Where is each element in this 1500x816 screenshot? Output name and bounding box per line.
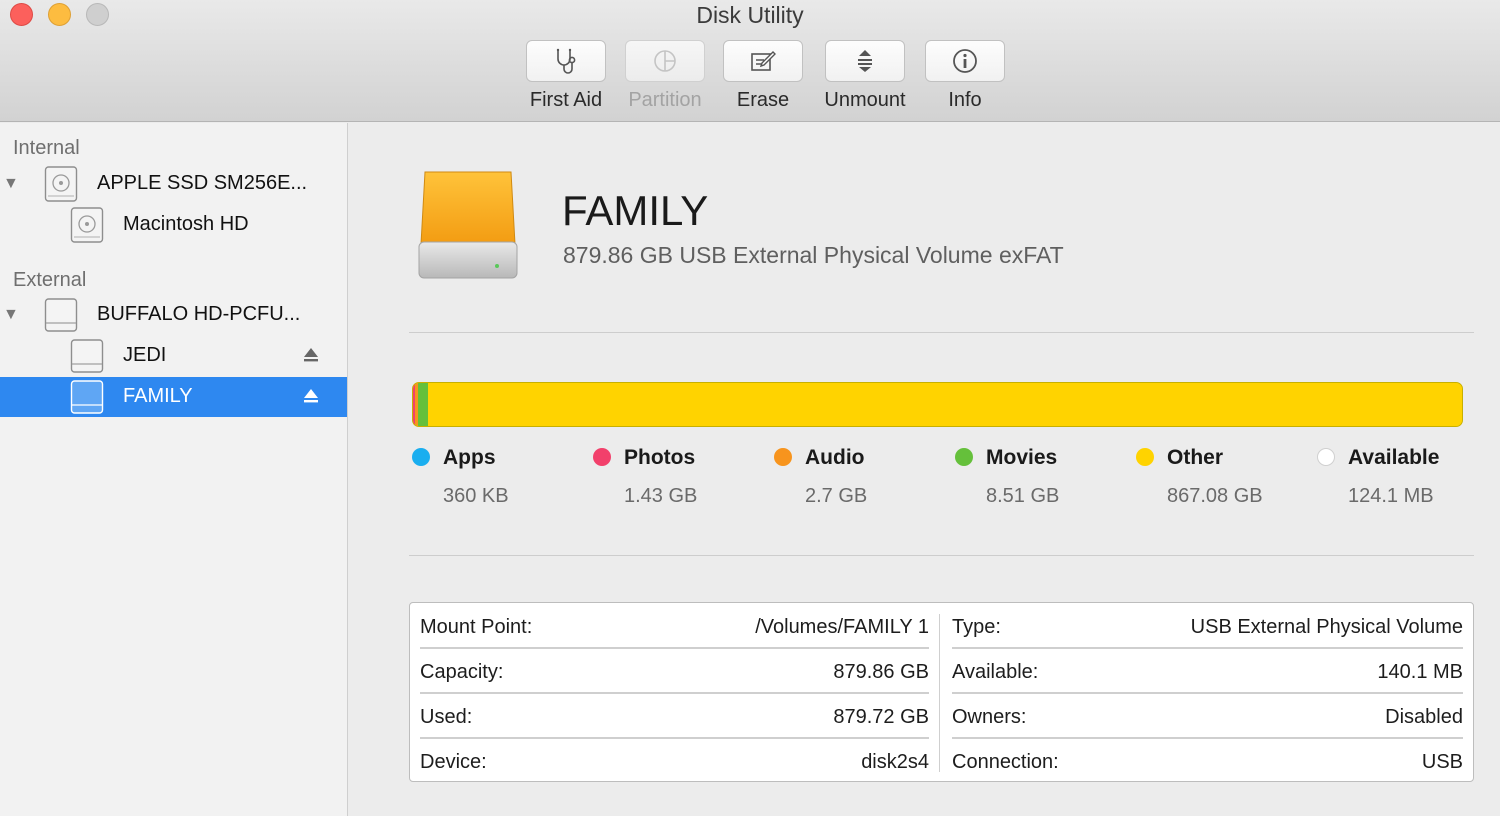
info-value: /Volumes/FAMILY 1	[755, 616, 929, 638]
legend-dot	[955, 448, 973, 466]
info-row-type: Type: USB External Physical Volume	[942, 604, 1473, 649]
first-aid-button[interactable]: First Aid	[511, 40, 621, 112]
info-value: USB	[1421, 751, 1463, 773]
info-key: Type:	[952, 616, 1001, 638]
volume-name: FAMILY	[562, 187, 709, 234]
legend-size: 867.08 GB	[1167, 485, 1263, 507]
info-key: Available:	[952, 661, 1039, 683]
stethoscope-icon	[556, 48, 576, 74]
unmount-button-frame[interactable]	[825, 40, 905, 82]
info-button[interactable]: Info	[910, 40, 1020, 112]
info-value: USB External Physical Volume	[1190, 616, 1463, 638]
info-value: disk2s4	[861, 751, 929, 773]
partition-pie-icon	[654, 50, 676, 72]
info-key: Device:	[420, 751, 487, 773]
info-value: 879.72 GB	[833, 706, 929, 728]
external-volume-icon	[70, 339, 104, 373]
partition-label: Partition	[628, 89, 702, 111]
sidebar-item-label: APPLE SSD SM256E...	[97, 172, 308, 194]
legend-size: 360 KB	[443, 485, 509, 507]
legend-size: 2.7 GB	[805, 485, 868, 507]
info-row-capacity: Capacity: 879.86 GB	[410, 649, 939, 694]
info-key: Connection:	[952, 751, 1059, 773]
volume-detail-pane: FAMILY 879.86 GB USB External Physical V…	[349, 123, 1500, 816]
window-title: Disk Utility	[696, 2, 804, 28]
legend-size: 8.51 GB	[986, 485, 1060, 507]
usage-segment-movies	[417, 383, 429, 426]
info-key: Capacity:	[420, 661, 504, 683]
divider	[409, 332, 1474, 333]
unmount-label: Unmount	[824, 89, 906, 111]
eject-icon[interactable]	[300, 344, 322, 366]
sidebar-item-label: BUFFALO HD-PCFU...	[97, 303, 301, 325]
legend-label: Other	[1167, 446, 1224, 469]
info-value: 879.86 GB	[833, 661, 929, 683]
legend-label: Audio	[805, 446, 865, 469]
info-row-device: Device: disk2s4	[410, 739, 939, 784]
info-row-owners: Owners: Disabled	[942, 694, 1473, 739]
divider	[409, 555, 1474, 556]
info-row-used: Used: 879.72 GB	[410, 694, 939, 739]
legend-label: Apps	[443, 446, 496, 469]
info-value: 140.1 MB	[1377, 661, 1463, 683]
sidebar-item-buffalo[interactable]: ▼ BUFFALO HD-PCFU...	[0, 295, 347, 335]
first-aid-label: First Aid	[529, 89, 603, 111]
eject-icon[interactable]	[300, 385, 322, 407]
external-drive-orange-icon	[418, 171, 518, 279]
info-label: Info	[948, 89, 982, 111]
disclosure-triangle-icon[interactable]: ▼	[3, 175, 21, 193]
external-volume-icon	[70, 380, 104, 414]
internal-disk-icon	[44, 166, 78, 202]
disclosure-triangle-icon[interactable]: ▼	[3, 306, 21, 324]
erase-button-frame[interactable]	[723, 40, 803, 82]
sidebar-item-apple-ssd[interactable]: ▼ APPLE SSD SM256E...	[0, 164, 347, 204]
sidebar-item-jedi[interactable]: JEDI	[0, 336, 347, 376]
info-row-mount-point: Mount Point: /Volumes/FAMILY 1	[410, 604, 939, 649]
usage-segment-other	[428, 383, 1462, 426]
volume-description: 879.86 GB USB External Physical Volume e…	[563, 242, 1064, 268]
legend-dot	[593, 448, 611, 466]
info-row-available: Available: 140.1 MB	[942, 649, 1473, 694]
unmount-icon	[858, 50, 872, 72]
sidebar-section-external: External	[13, 269, 87, 291]
sidebar-item-label: JEDI	[123, 344, 167, 366]
legend-dot	[1317, 448, 1335, 466]
partition-button[interactable]: Partition	[610, 40, 720, 112]
erase-button[interactable]: Erase	[708, 40, 818, 112]
external-disk-icon	[44, 298, 78, 332]
volume-info-table: Mount Point: /Volumes/FAMILY 1 Capacity:…	[409, 602, 1474, 782]
column-separator	[939, 614, 940, 772]
info-key: Owners:	[952, 706, 1027, 728]
legend-label: Available	[1348, 446, 1440, 469]
sidebar-item-macintosh-hd[interactable]: Macintosh HD	[0, 205, 347, 245]
info-value: Disabled	[1385, 706, 1463, 728]
internal-volume-icon	[70, 207, 104, 243]
window-toolbar: Disk Utility First Aid Partition Erase U…	[0, 0, 1500, 122]
unmount-button[interactable]: Unmount	[810, 40, 920, 112]
sidebar-item-family[interactable]: FAMILY	[0, 377, 347, 417]
sidebar-section-internal: Internal	[13, 137, 80, 159]
legend-dot	[1136, 448, 1154, 466]
sidebar-item-label: FAMILY	[123, 385, 193, 407]
info-key: Mount Point:	[420, 616, 533, 638]
legend-size: 1.43 GB	[624, 485, 698, 507]
info-key: Used:	[420, 706, 473, 728]
usage-bar	[412, 382, 1463, 427]
sidebar-item-label: Macintosh HD	[123, 213, 249, 235]
erase-label: Erase	[736, 89, 790, 111]
legend-dot	[412, 448, 430, 466]
sidebar: Internal ▼ APPLE SSD SM256E... Macintosh…	[0, 123, 348, 816]
legend-dot	[774, 448, 792, 466]
info-icon	[953, 49, 977, 73]
erase-pencil-icon	[751, 51, 776, 71]
legend-label: Photos	[624, 446, 696, 469]
legend-label: Movies	[986, 446, 1058, 469]
info-row-connection: Connection: USB	[942, 739, 1473, 784]
first-aid-button-frame[interactable]	[526, 40, 606, 82]
partition-button-frame[interactable]	[625, 40, 705, 82]
legend-size: 124.1 MB	[1348, 485, 1434, 507]
info-button-frame[interactable]	[925, 40, 1005, 82]
